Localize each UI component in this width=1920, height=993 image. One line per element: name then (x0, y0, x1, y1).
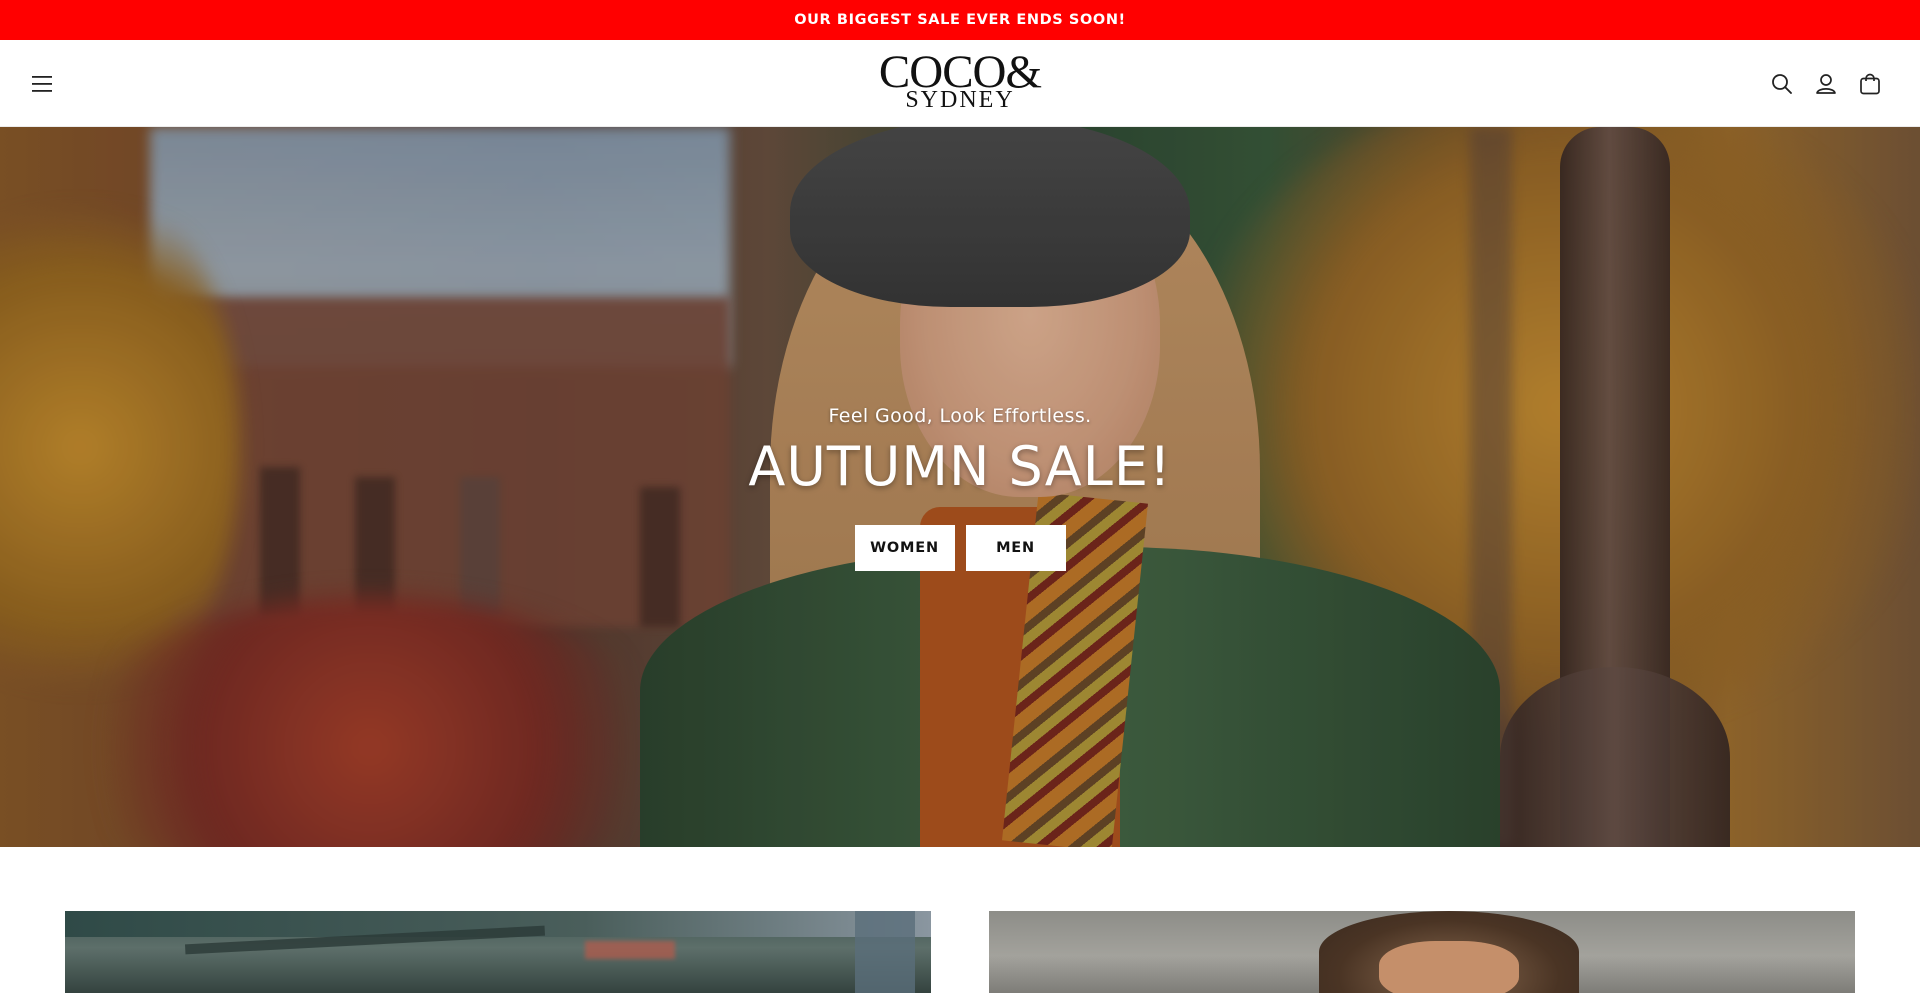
account-icon[interactable] (1808, 66, 1844, 102)
announcement-bar: OUR BIGGEST SALE EVER ENDS SOON! (0, 0, 1920, 40)
hero-heading: AUTUMN SALE! (748, 435, 1172, 498)
announcement-text: OUR BIGGEST SALE EVER ENDS SOON! (794, 12, 1126, 28)
hamburger-menu-icon[interactable] (24, 66, 60, 102)
site-header: COCO& SYDNEY (0, 40, 1920, 127)
search-icon[interactable] (1764, 66, 1800, 102)
collection-tile-men[interactable] (989, 911, 1855, 993)
hero-subheading: Feel Good, Look Effortless. (828, 405, 1092, 427)
collection-tile-women[interactable] (65, 911, 931, 993)
men-button[interactable]: MEN (965, 525, 1066, 571)
hero-banner: Feel Good, Look Effortless. AUTUMN SALE!… (0, 127, 1920, 847)
hero-content: Feel Good, Look Effortless. AUTUMN SALE!… (0, 127, 1920, 847)
cart-icon[interactable] (1852, 66, 1888, 102)
site-logo[interactable]: COCO& SYDNEY (860, 49, 1060, 116)
women-button[interactable]: WOMEN (854, 525, 955, 571)
hero-buttons: WOMEN MEN (854, 525, 1066, 571)
